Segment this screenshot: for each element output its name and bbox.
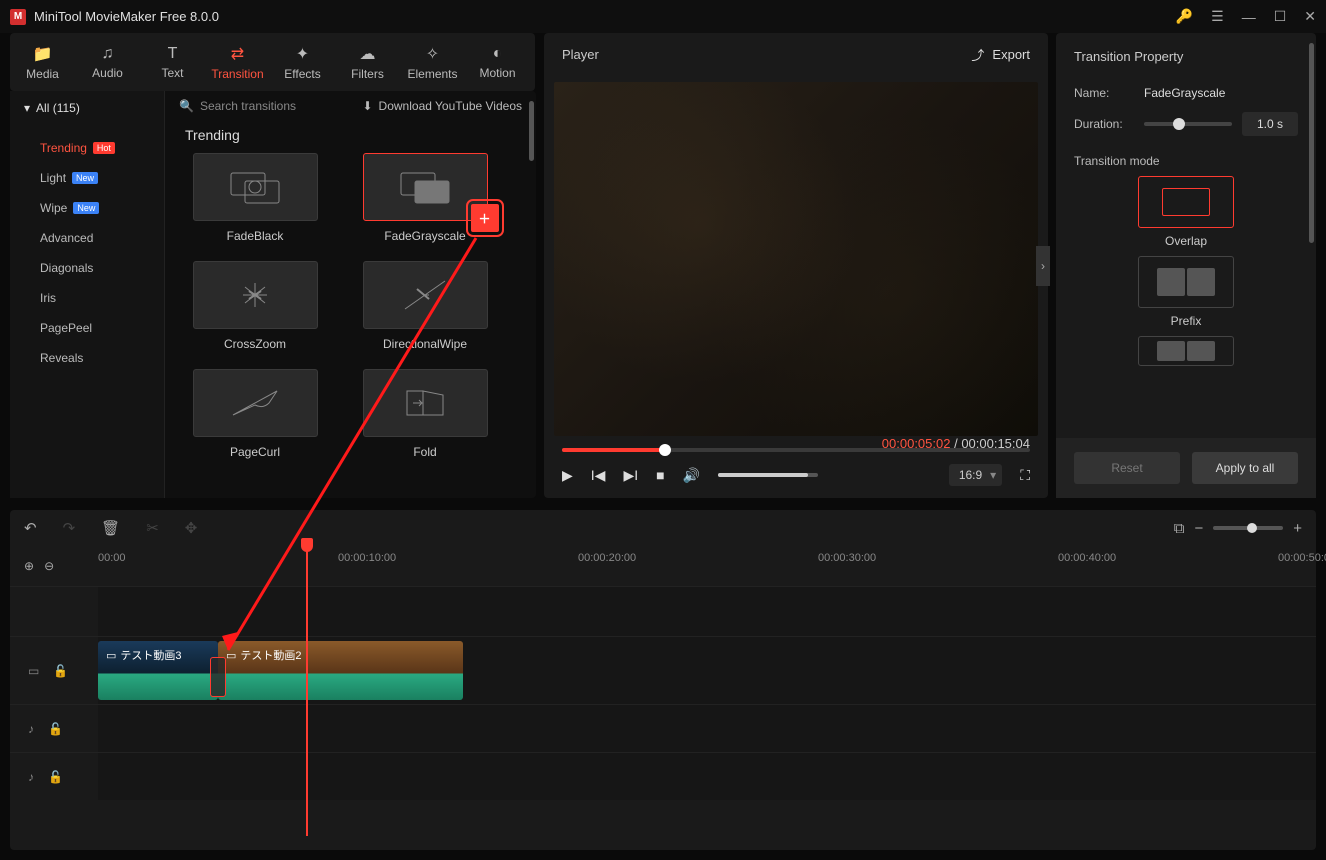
prev-frame-button[interactable]: I◀ [591,467,606,484]
category-sidebar: ▾All (115) TrendingHot LightNew WipeNew … [10,91,165,498]
transition-fold[interactable]: Fold [355,369,495,459]
volume-icon[interactable]: 🔊 [683,467,700,484]
video-track-body[interactable]: ▭テスト動画3 ▭テスト動画2 [98,637,1316,704]
timeline: ⊕ ⊖ 00:00 00:00:10:00 00:00:20:00 00:00:… [10,546,1316,850]
transition-fadeblack[interactable]: FadeBlack [185,153,325,243]
lock-icon[interactable]: 🔓 [53,664,68,678]
time-ruler[interactable]: 00:00 00:00:10:00 00:00:20:00 00:00:30:0… [98,546,1316,586]
chevron-down-icon: ▾ [24,101,30,115]
seek-bar[interactable] [562,448,1030,452]
clip-1[interactable]: ▭テスト動画3 [98,641,218,700]
audio-track-2: ♪🔓 [10,752,1316,800]
name-label: Name: [1074,86,1134,100]
video-track-icon: ▭ [28,664,39,678]
clip-icon: ▭ [226,649,236,662]
minimize-button[interactable]: — [1242,9,1256,25]
app-logo: M [10,9,26,25]
mode-label: Transition mode [1056,142,1316,176]
hot-badge: Hot [93,142,115,154]
play-button[interactable]: ▶ [562,467,573,484]
category-all[interactable]: ▾All (115) [10,91,164,125]
transition-fadegrayscale[interactable]: ＋ FadeGrayscale [355,153,495,243]
player-title: Player [562,47,971,62]
key-icon[interactable]: 🔑 [1176,8,1193,25]
properties-title: Transition Property [1056,33,1316,80]
crop-button[interactable]: ✥ [185,519,198,537]
section-title: Trending [165,121,536,153]
duration-label: Duration: [1074,117,1134,131]
transition-directionalwipe[interactable]: DirectionalWipe [355,261,495,351]
category-iris[interactable]: Iris [10,283,164,313]
playhead[interactable] [306,546,308,836]
audio-track-1: ♪🔓 [10,704,1316,752]
search-input[interactable]: 🔍Search transitions [179,99,352,113]
new-badge: New [73,202,99,214]
next-frame-button[interactable]: ▶I [623,467,638,484]
video-preview[interactable] [554,82,1038,436]
export-icon: ⤴ [971,45,984,64]
menu-icon[interactable]: ☰ [1211,8,1224,25]
mode-overlap[interactable]: Overlap [1074,176,1298,248]
delete-button[interactable]: 🗑 [101,519,120,537]
audio-track-icon: ♪ [28,722,34,736]
stop-button[interactable]: ■ [656,467,664,483]
redo-button[interactable]: ↷ [63,519,76,537]
close-button[interactable]: ✕ [1304,8,1316,25]
aspect-ratio-select[interactable]: 16:9 [949,464,1002,486]
seek-handle[interactable] [659,444,671,456]
remove-marker-icon[interactable]: ⊖ [44,559,54,573]
mode-prefix[interactable]: Prefix [1074,256,1298,328]
clip-2[interactable]: ▭テスト動画2 [218,641,463,700]
autofit-icon[interactable]: ⧉ [1174,520,1185,537]
scrollbar-thumb[interactable] [529,101,534,161]
category-advanced[interactable]: Advanced [10,223,164,253]
name-value: FadeGrayscale [1144,86,1225,100]
clip-icon: ▭ [106,649,116,662]
download-videos-button[interactable]: ⬇Download YouTube Videos [362,99,522,113]
duration-input[interactable]: 1.0 s [1242,112,1298,136]
add-marker-icon[interactable]: ⊕ [24,559,34,573]
app-title: MiniTool MovieMaker Free 8.0.0 [34,9,1176,24]
category-reveals[interactable]: Reveals [10,343,164,373]
new-badge: New [72,172,98,184]
lock-icon[interactable]: 🔓 [48,722,63,736]
mode-extra[interactable] [1074,336,1298,366]
duration-handle[interactable] [1173,118,1185,130]
maximize-button[interactable]: ☐ [1274,8,1287,25]
duration-slider[interactable] [1144,122,1232,126]
spacer-track [10,586,1316,636]
download-icon: ⬇ [362,99,372,113]
apply-all-button[interactable]: Apply to all [1192,452,1298,484]
category-light[interactable]: LightNew [10,163,164,193]
video-track: ▭ 🔓 ▭テスト動画3 ▭テスト動画2 [10,636,1316,704]
zoom-out-button[interactable]: − [1194,520,1203,537]
search-icon: 🔍 [179,99,194,113]
transition-marker[interactable] [210,657,226,697]
scrollbar-thumb[interactable] [1309,43,1314,243]
zoom-handle[interactable] [1247,523,1257,533]
split-button[interactable]: ✂ [146,519,159,537]
volume-slider[interactable] [718,473,818,477]
lock-icon[interactable]: 🔓 [48,770,63,784]
undo-button[interactable]: ↶ [24,519,37,537]
timeline-toolbar: ↶ ↷ 🗑 ✂ ✥ ⧉ − + [10,510,1316,546]
zoom-in-button[interactable]: + [1293,520,1302,537]
titlebar: M MiniTool MovieMaker Free 8.0.0 🔑 ☰ — ☐… [0,0,1326,33]
category-wipe[interactable]: WipeNew [10,193,164,223]
transition-pagecurl[interactable]: PageCurl [185,369,325,459]
category-trending[interactable]: TrendingHot [10,133,164,163]
transition-browser: ▾All (115) TrendingHot LightNew WipeNew … [10,91,536,498]
zoom-slider[interactable] [1213,526,1283,530]
next-preview-button[interactable]: › [1036,246,1050,286]
audio-track-icon: ♪ [28,770,34,784]
properties-panel: Transition Property Name: FadeGrayscale … [1056,33,1316,498]
reset-button[interactable]: Reset [1074,452,1180,484]
export-button[interactable]: ⤴Export [971,45,1030,64]
transition-crosszoom[interactable]: CrossZoom [185,261,325,351]
add-transition-button[interactable]: ＋ [471,204,499,232]
category-pagepeel[interactable]: PagePeel [10,313,164,343]
category-diagonals[interactable]: Diagonals [10,253,164,283]
player-panel: Player ⤴Export › 00:00:05:02 / 00:00:15:… [544,33,1048,498]
fullscreen-button[interactable]: ⛶ [1020,467,1030,484]
